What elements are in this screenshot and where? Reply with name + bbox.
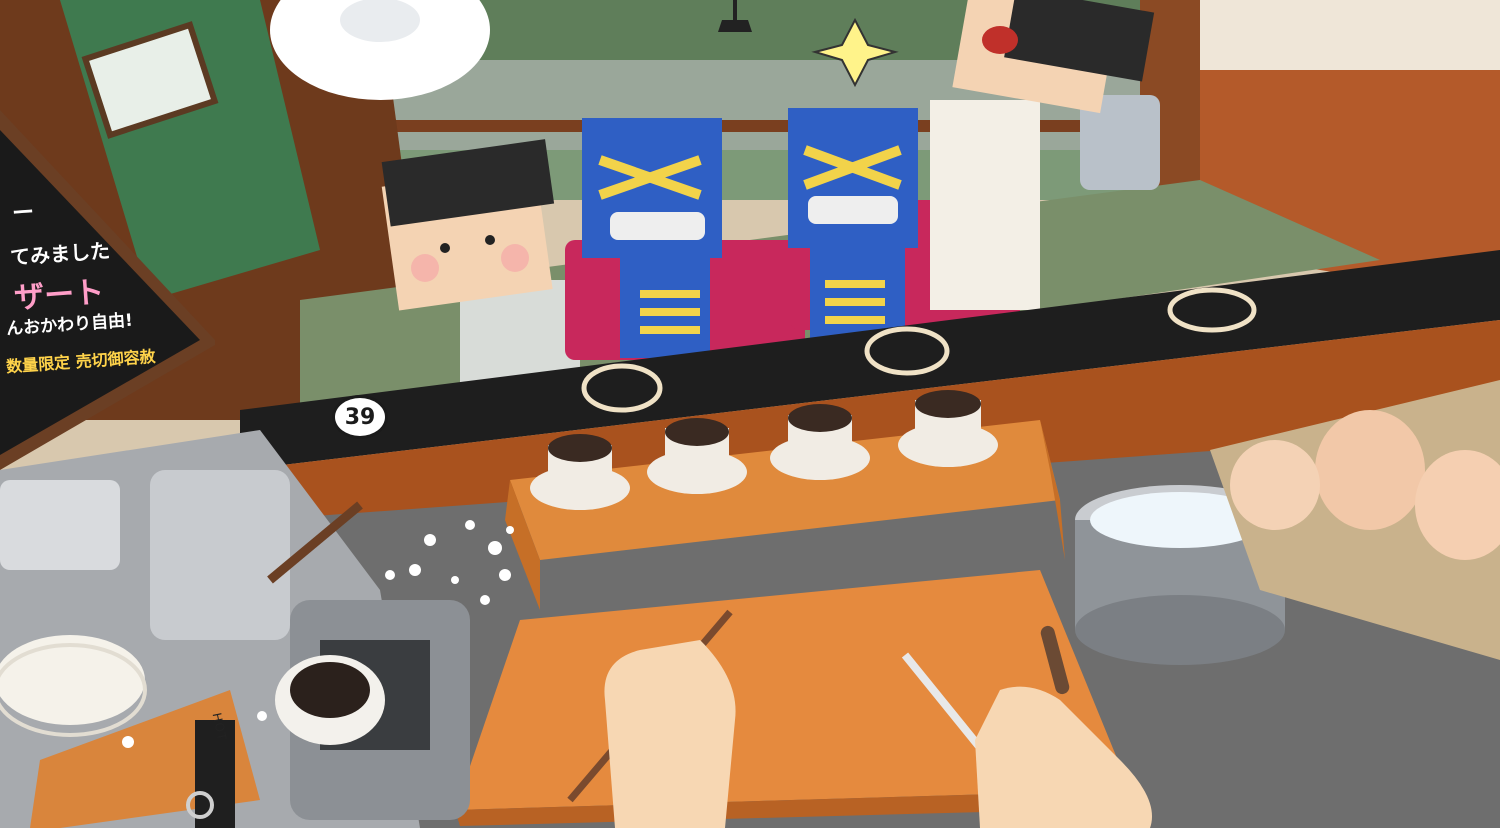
espresso-cup[interactable] [275, 655, 385, 745]
scene-graphics [0, 0, 1500, 828]
chalk-line-1: ー [11, 200, 36, 227]
window-frame-bottom [370, 120, 1190, 132]
order-number-badge: 39 [332, 395, 388, 439]
bubble-cup-icon [340, 0, 420, 42]
lamp-icon [718, 20, 752, 32]
right-wall-top [1200, 0, 1500, 70]
game-scene: ー てみました ザート んおかわり自由! 数量限定 売切御容赦 39 HOT [0, 0, 1500, 828]
lamp-cord [733, 0, 737, 20]
left-hand [604, 640, 736, 828]
